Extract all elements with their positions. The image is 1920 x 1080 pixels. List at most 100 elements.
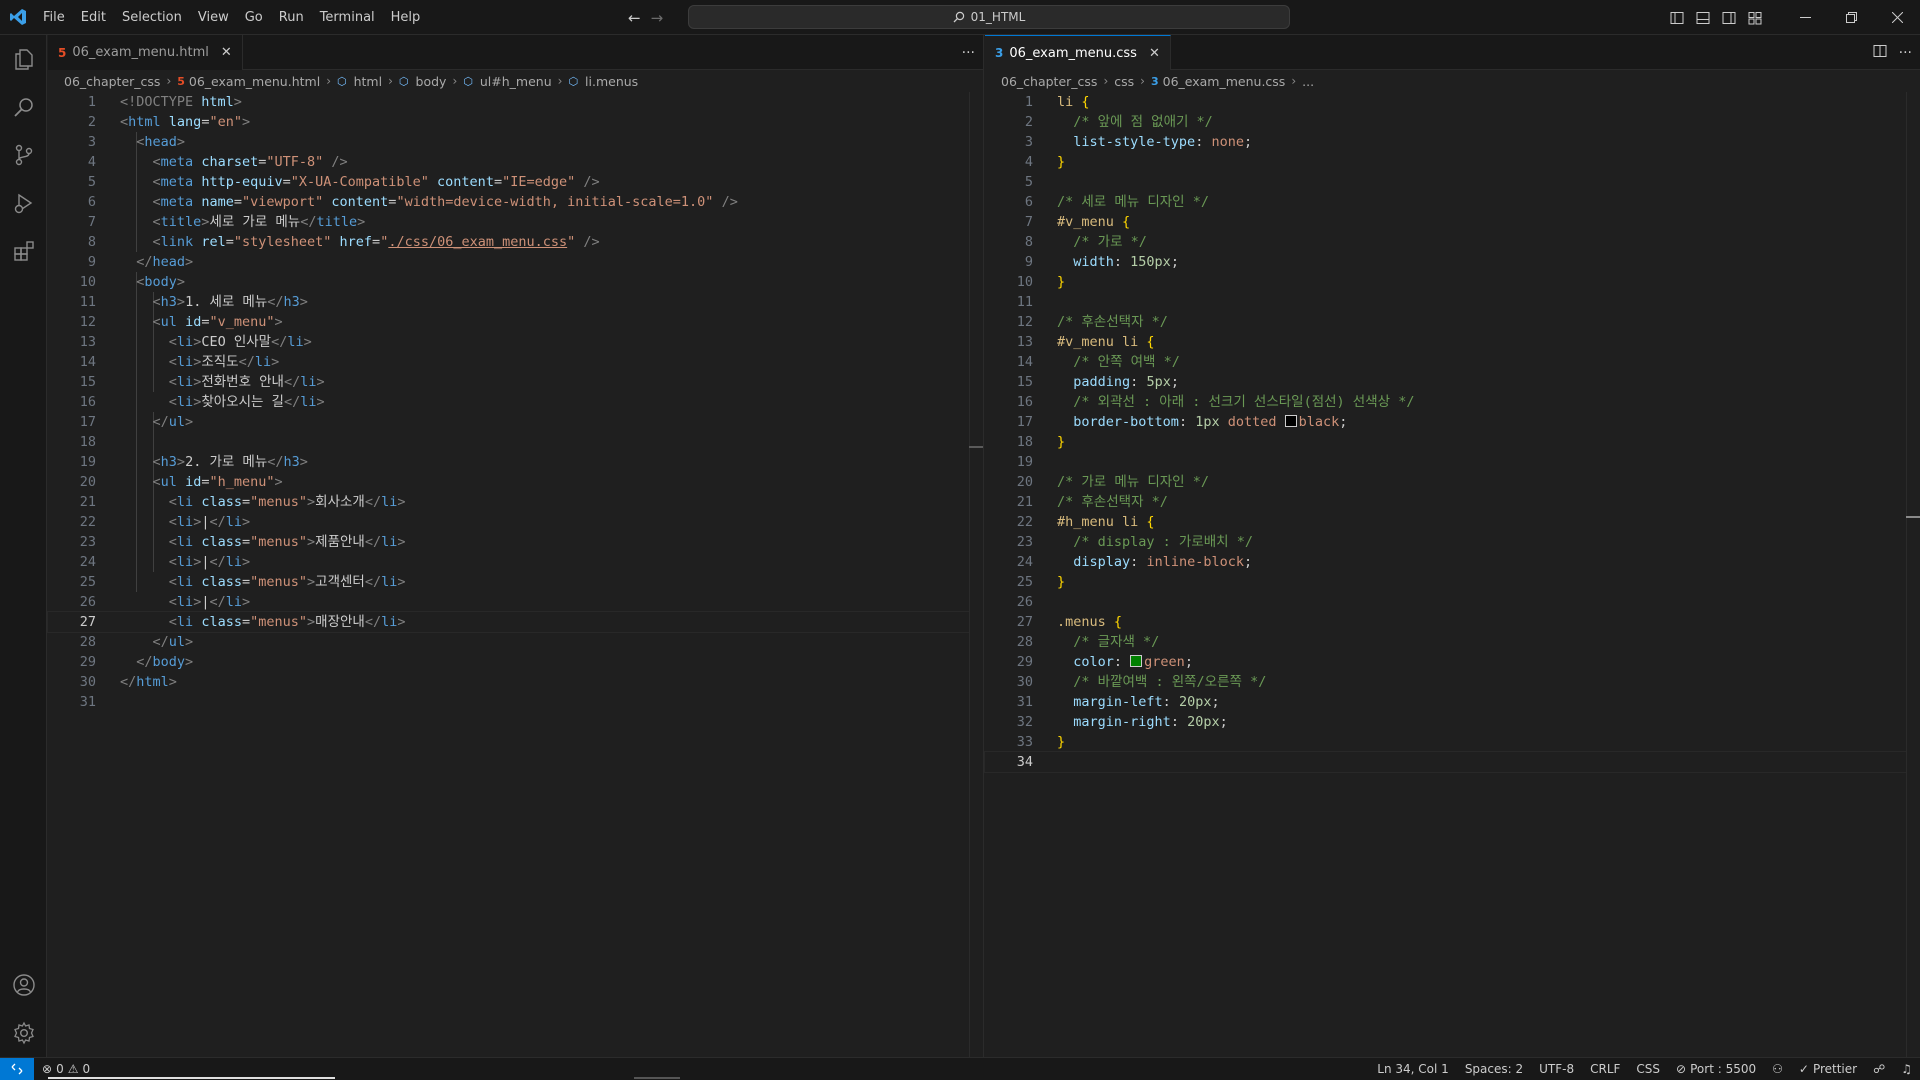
color-swatch-black[interactable] [1284,415,1297,427]
language-mode[interactable]: CSS [1628,1062,1668,1076]
menu-help[interactable]: Help [383,0,429,35]
html-file-icon: 5 [58,45,67,60]
more-actions-icon[interactable]: ··· [1899,45,1912,61]
split-editor-icon[interactable] [1873,44,1887,62]
restore-window-icon[interactable] [1828,0,1874,35]
menu-view[interactable]: View [190,0,237,35]
toggle-panel-icon[interactable] [1690,0,1716,35]
editor-group-right: 3 06_exam_menu.css ✕ ··· 06_chapter_css … [984,35,1920,1057]
indentation[interactable]: Spaces: 2 [1457,1062,1531,1076]
toggle-primary-sidebar-icon[interactable] [1664,0,1690,35]
command-center-search[interactable]: 01_HTML [688,5,1290,29]
minimize-window-icon[interactable] [1782,0,1828,35]
source-control-icon[interactable] [0,131,47,179]
prettier-status[interactable]: ✓ Prettier [1791,1062,1865,1076]
scrollbar-cursor-mark [1906,516,1920,518]
editor-actions-left: ··· [962,35,975,70]
vertical-scrollbar[interactable] [1906,92,1920,1057]
problems-indicator[interactable]: ⊗ 0 ⚠ 0 [34,1062,90,1076]
status-right: Ln 34, Col 1 Spaces: 2 UTF-8 CRLF CSS ⊘ P… [1369,1058,1920,1080]
code-line: 19 <h3>2. 가로 메뉴</h3> [79,454,308,470]
code-line: 28 /* 글자색 */ [1016,634,1160,650]
breadcrumb-item[interactable]: 06_chapter_css [1001,74,1097,89]
breadcrumb-item[interactable]: 06_exam_menu.css [1163,74,1286,89]
customize-layout-icon[interactable] [1742,0,1768,35]
code-line-current: 34 [984,751,1907,773]
notifications-bell-icon[interactable]: ♫ [1893,1062,1920,1076]
close-window-icon[interactable] [1874,0,1920,35]
warning-count: 0 [82,1062,91,1076]
breadcrumb-item[interactable]: li.menus [585,74,638,89]
breadcrumb-item[interactable]: ... [1302,74,1314,89]
code-line: 21/* 후손선택자 */ [1016,494,1168,510]
breadcrumb-item[interactable]: body [416,74,447,89]
breadcrumb-item[interactable]: 06_exam_menu.html [189,74,320,89]
close-icon[interactable]: ✕ [221,45,232,60]
search-icon[interactable] [0,83,47,131]
accounts-icon[interactable] [0,961,47,1009]
activity-bar [0,35,47,1057]
code-line: 16 <li>찾아오시는 길</li> [79,394,325,410]
remote-indicator-icon[interactable] [0,1057,34,1080]
live-server-port[interactable]: ⊘ Port : 5500 [1668,1062,1764,1076]
code-line: 4 <meta charset="UTF-8" /> [87,154,348,170]
code-line: 19 [1016,454,1033,470]
code-line: 23 /* display : 가로배치 */ [1016,534,1253,550]
code-line: 6/* 세로 메뉴 디자인 */ [1024,194,1209,210]
code-line: 24 <li>|</li> [79,554,251,570]
chevron-right-icon: › [326,74,331,88]
chevron-right-icon: › [388,74,393,88]
color-swatch-green[interactable] [1130,655,1143,667]
tab-06-exam-menu-html[interactable]: 5 06_exam_menu.html ✕ [48,35,243,70]
code-line: 20/* 가로 메뉴 디자인 */ [1016,474,1209,490]
run-debug-icon[interactable] [0,179,47,227]
vertical-scrollbar[interactable] [969,92,983,1057]
feedback-icon[interactable]: ☍ [1865,1062,1893,1076]
tab-06-exam-menu-css[interactable]: 3 06_exam_menu.css ✕ [985,35,1171,70]
code-line: 9 </head> [87,254,194,270]
menu-selection[interactable]: Selection [114,0,190,35]
tab-bar-left: 5 06_exam_menu.html ✕ ··· [48,35,983,70]
more-actions-icon[interactable]: ··· [962,45,975,61]
menu-edit[interactable]: Edit [73,0,114,35]
code-line: 24 display: inline-block; [1016,554,1253,570]
breadcrumb-item[interactable]: html [354,74,382,89]
code-line: 30 /* 바깥여백 : 왼쪽/오른쪽 */ [1016,674,1267,690]
copilot-icon[interactable]: ⚇ [1764,1062,1791,1076]
code-line: 7 #v_menu { [1024,214,1131,230]
code-editor-html[interactable]: 1 <!DOCTYPE html> 2 <html lang="en"> 3 <he… [47,92,970,1057]
end-of-line[interactable]: CRLF [1582,1062,1628,1076]
toggle-secondary-sidebar-icon[interactable] [1716,0,1742,35]
no-entry-icon: ⊘ [1676,1062,1687,1076]
extensions-icon[interactable] [0,227,47,275]
chevron-right-icon: › [1103,74,1109,88]
go-forward-icon[interactable]: → [651,9,664,27]
breadcrumb-item[interactable]: 06_chapter_css [64,74,160,89]
code-line: 29 </body> [79,654,194,670]
close-icon[interactable]: ✕ [1149,46,1160,61]
encoding[interactable]: UTF-8 [1531,1062,1582,1076]
breadcrumb-item[interactable]: ul#h_menu [480,74,552,89]
progress-indicator [48,1077,335,1079]
breadcrumb-item[interactable]: css [1114,74,1134,89]
code-line: 10} [1016,274,1066,290]
code-line: 25 <li class="menus">고객센터</li> [79,574,406,590]
double-check-icon: ✓ [1798,1062,1809,1076]
menu-terminal[interactable]: Terminal [312,0,383,35]
menu-go[interactable]: Go [237,0,271,35]
menu-run[interactable]: Run [271,0,312,35]
code-line: 15 padding: 5px; [1016,374,1179,390]
cursor-position[interactable]: Ln 34, Col 1 [1369,1062,1457,1076]
chevron-right-icon: › [557,74,563,88]
go-back-icon[interactable]: ← [628,9,641,27]
code-editor-css[interactable]: 1 li { 2 /* 앞에 점 없애기 */ 3 list-style-type… [984,92,1907,1057]
code-line: 5 [1024,174,1033,190]
code-line: 26 [1016,594,1033,610]
explorer-icon[interactable] [0,35,47,83]
breadcrumb: 06_chapter_css › css › 3 06_exam_menu.cs… [985,70,1920,92]
code-line: 17 border-bottom: 1px dotted black; [1016,414,1348,430]
manage-gear-icon[interactable] [0,1009,47,1057]
code-line: 2 <html lang="en"> [87,114,251,130]
menu-file[interactable]: File [35,0,73,35]
code-line: 29 color: green; [1016,654,1193,670]
